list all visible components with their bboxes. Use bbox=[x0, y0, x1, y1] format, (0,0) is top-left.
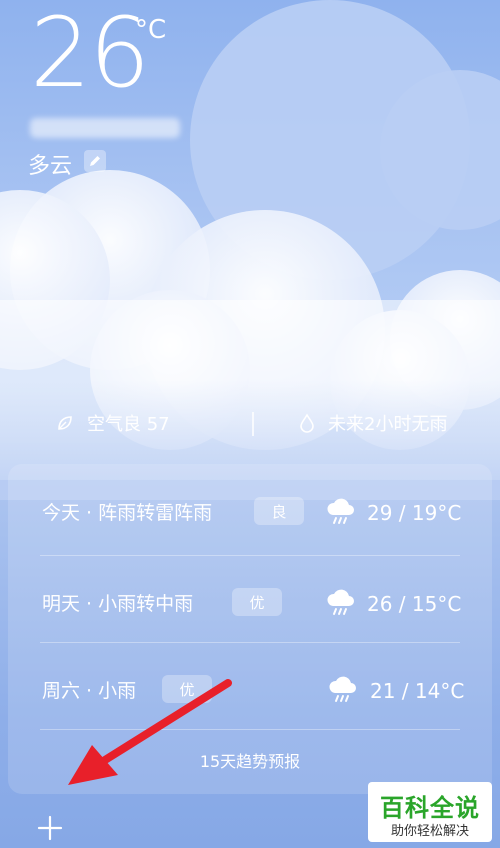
annotation-arrow bbox=[68, 679, 232, 785]
add-city-button[interactable] bbox=[36, 814, 64, 842]
watermark-subtitle: 助你轻松解决 bbox=[390, 824, 469, 839]
watermark-logo: 百科全说 助你轻松解决 bbox=[368, 782, 492, 842]
watermark-title: 百科全说 bbox=[380, 794, 480, 822]
